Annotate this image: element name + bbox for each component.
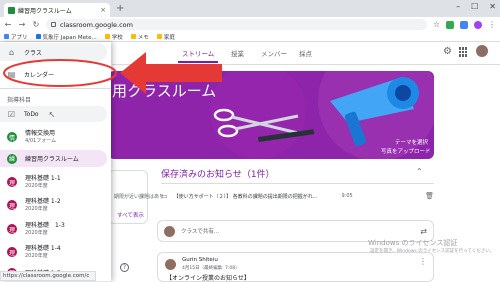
annotation-overlay <box>3 52 222 94</box>
annotation-arrow-icon <box>120 52 222 94</box>
annotation-circle <box>3 59 117 87</box>
